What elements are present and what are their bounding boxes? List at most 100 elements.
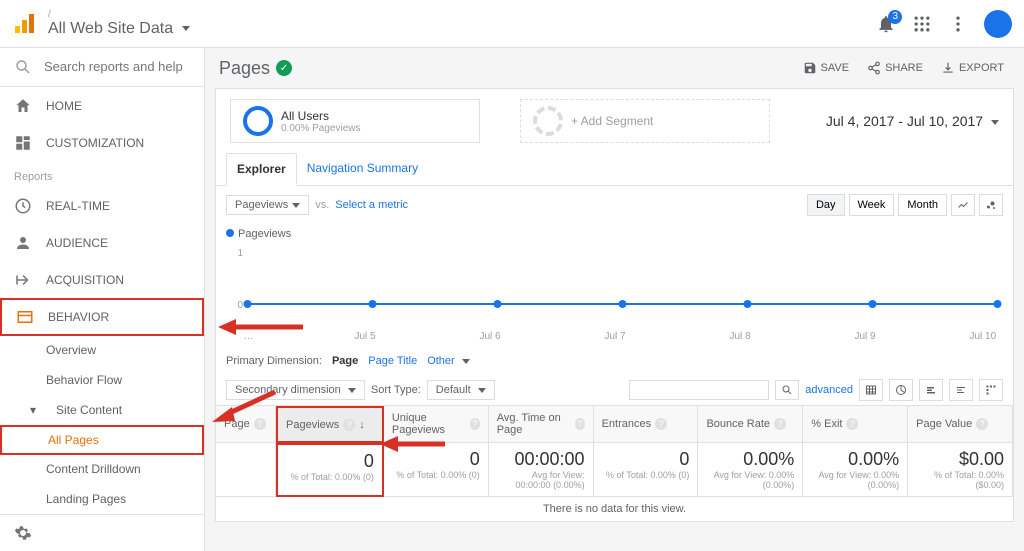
view-pivot-button[interactable] <box>979 379 1003 401</box>
table-icon <box>865 384 877 396</box>
tab-navigation-summary[interactable]: Navigation Summary <box>297 153 428 185</box>
help-icon: ? <box>254 418 266 430</box>
export-button[interactable]: EXPORT <box>935 57 1010 79</box>
more-icon[interactable] <box>948 14 968 34</box>
search-input[interactable] <box>44 59 184 74</box>
topbar-actions: 3 <box>876 10 1012 38</box>
sidebar: HOME CUSTOMIZATION Reports REAL-TIME AUD… <box>0 48 205 551</box>
col-entrances[interactable]: Entrances? <box>594 406 699 443</box>
chart-type-line-button[interactable] <box>951 194 975 216</box>
notifications-icon[interactable]: 3 <box>876 14 896 34</box>
totals-entrances: 0% of Total: 0.00% (0) <box>594 443 699 497</box>
dimension-other[interactable]: Other <box>427 355 470 367</box>
nav-audience-label: AUDIENCE <box>46 236 108 250</box>
chart-type-motion-button[interactable] <box>979 194 1003 216</box>
dimension-page[interactable]: Page <box>332 355 358 367</box>
view-bar-button[interactable] <box>919 379 943 401</box>
nav-acquisition-label: ACQUISITION <box>46 273 124 287</box>
col-page[interactable]: Page? <box>216 406 276 443</box>
dimension-page-title[interactable]: Page Title <box>368 355 417 367</box>
property-selector[interactable]: / All Web Site Data <box>48 10 190 38</box>
help-icon: ? <box>846 418 858 430</box>
time-granularity-month[interactable]: Month <box>898 194 947 216</box>
share-button[interactable]: SHARE <box>861 57 929 79</box>
arrow-icon <box>14 271 32 289</box>
time-granularity-day[interactable]: Day <box>807 194 845 216</box>
col-unique-pageviews[interactable]: Unique Pageviews? <box>384 406 489 443</box>
view-pie-button[interactable] <box>889 379 913 401</box>
nav-realtime-label: REAL-TIME <box>46 199 110 213</box>
table-search-button[interactable] <box>775 380 799 400</box>
metric-dropdown[interactable]: Pageviews <box>226 195 309 215</box>
behavior-icon <box>16 308 34 326</box>
nav-behavior-flow[interactable]: Behavior Flow <box>0 365 204 395</box>
col-page-value[interactable]: Page Value? <box>908 406 1013 443</box>
filter-row: Secondary dimension Sort Type: Default a… <box>216 375 1013 405</box>
legend-dot-icon <box>226 229 234 237</box>
property-title-text: All Web Site Data <box>48 20 173 37</box>
help-icon: ? <box>343 419 355 431</box>
help-icon: ? <box>976 418 988 430</box>
report-tabs: Explorer Navigation Summary <box>216 153 1013 186</box>
nav-behavior[interactable]: BEHAVIOR <box>0 298 204 335</box>
col-pageviews[interactable]: Pageviews? ↓ <box>276 406 384 443</box>
help-icon: ? <box>774 418 786 430</box>
date-range-picker[interactable]: Jul 4, 2017 - Jul 10, 2017 <box>826 113 999 129</box>
chart-y-tick-0: 0 <box>238 300 244 311</box>
table-search-input[interactable] <box>629 380 769 400</box>
help-icon: ? <box>470 418 480 430</box>
nav-landing-pages[interactable]: Landing Pages <box>0 484 204 514</box>
segment-all-users[interactable]: All Users 0.00% Pageviews <box>230 99 480 143</box>
comparison-icon <box>955 384 967 396</box>
nav-admin[interactable] <box>0 514 204 551</box>
nav-realtime[interactable]: REAL-TIME <box>0 187 204 224</box>
nav-behavior-overview[interactable]: Overview <box>0 336 204 366</box>
secondary-dimension-dropdown[interactable]: Secondary dimension <box>226 380 365 400</box>
search-icon <box>14 58 32 76</box>
gear-icon <box>14 524 32 542</box>
user-avatar[interactable] <box>984 10 1012 38</box>
apps-icon[interactable] <box>912 14 932 34</box>
add-segment[interactable]: + Add Segment <box>520 99 770 143</box>
reports-section-label: Reports <box>0 161 204 187</box>
chart-y-tick-1: 1 <box>238 248 244 259</box>
nav-customization[interactable]: CUSTOMIZATION <box>0 124 204 161</box>
chevron-down-icon <box>991 120 999 125</box>
view-table-button[interactable] <box>859 379 883 401</box>
svg-text:Jul 10: Jul 10 <box>970 331 997 342</box>
nav-audience[interactable]: AUDIENCE <box>0 224 204 261</box>
bar-icon <box>925 384 937 396</box>
primary-dimension-row: Primary Dimension: Page Page Title Other <box>216 347 1013 375</box>
select-metric-link[interactable]: Select a metric <box>335 199 408 211</box>
tab-explorer[interactable]: Explorer <box>226 153 297 186</box>
chevron-down-icon <box>478 388 486 393</box>
sort-type-dropdown[interactable]: Default <box>427 380 495 400</box>
sort-type-label: Sort Type: <box>371 384 421 396</box>
main-content: Pages ✓ SAVE SHARE EXPORT <box>205 48 1024 551</box>
col-bounce[interactable]: Bounce Rate? <box>698 406 803 443</box>
data-table: Page? Pageviews? ↓ Unique Pageviews? Avg… <box>216 405 1013 521</box>
col-exit[interactable]: % Exit? <box>803 406 908 443</box>
no-data-message: There is no data for this view. <box>216 497 1013 521</box>
share-icon <box>867 61 881 75</box>
export-icon <box>941 61 955 75</box>
pie-icon <box>895 384 907 396</box>
totals-unique-pv: 0% of Total: 0.00% (0) <box>384 443 489 497</box>
line-chart-icon <box>956 199 970 211</box>
segment-title: All Users <box>281 109 361 123</box>
add-segment-label: + Add Segment <box>571 114 653 128</box>
totals-pageviews: 0% of Total: 0.00% (0) <box>276 443 384 497</box>
time-granularity-week[interactable]: Week <box>849 194 895 216</box>
nav-home[interactable]: HOME <box>0 87 204 124</box>
nav-site-content[interactable]: ▾Site Content <box>0 395 204 425</box>
nav-content-drilldown[interactable]: Content Drilldown <box>0 455 204 485</box>
nav-acquisition[interactable]: ACQUISITION <box>0 261 204 298</box>
view-comparison-button[interactable] <box>949 379 973 401</box>
save-button[interactable]: SAVE <box>797 57 856 79</box>
svg-text:…: … <box>244 331 254 342</box>
search-reports[interactable] <box>0 48 204 87</box>
col-avg-time[interactable]: Avg. Time on Page? <box>489 406 594 443</box>
advanced-filter-link[interactable]: advanced <box>805 384 853 396</box>
search-icon <box>781 384 793 396</box>
nav-all-pages[interactable]: All Pages <box>0 425 204 455</box>
